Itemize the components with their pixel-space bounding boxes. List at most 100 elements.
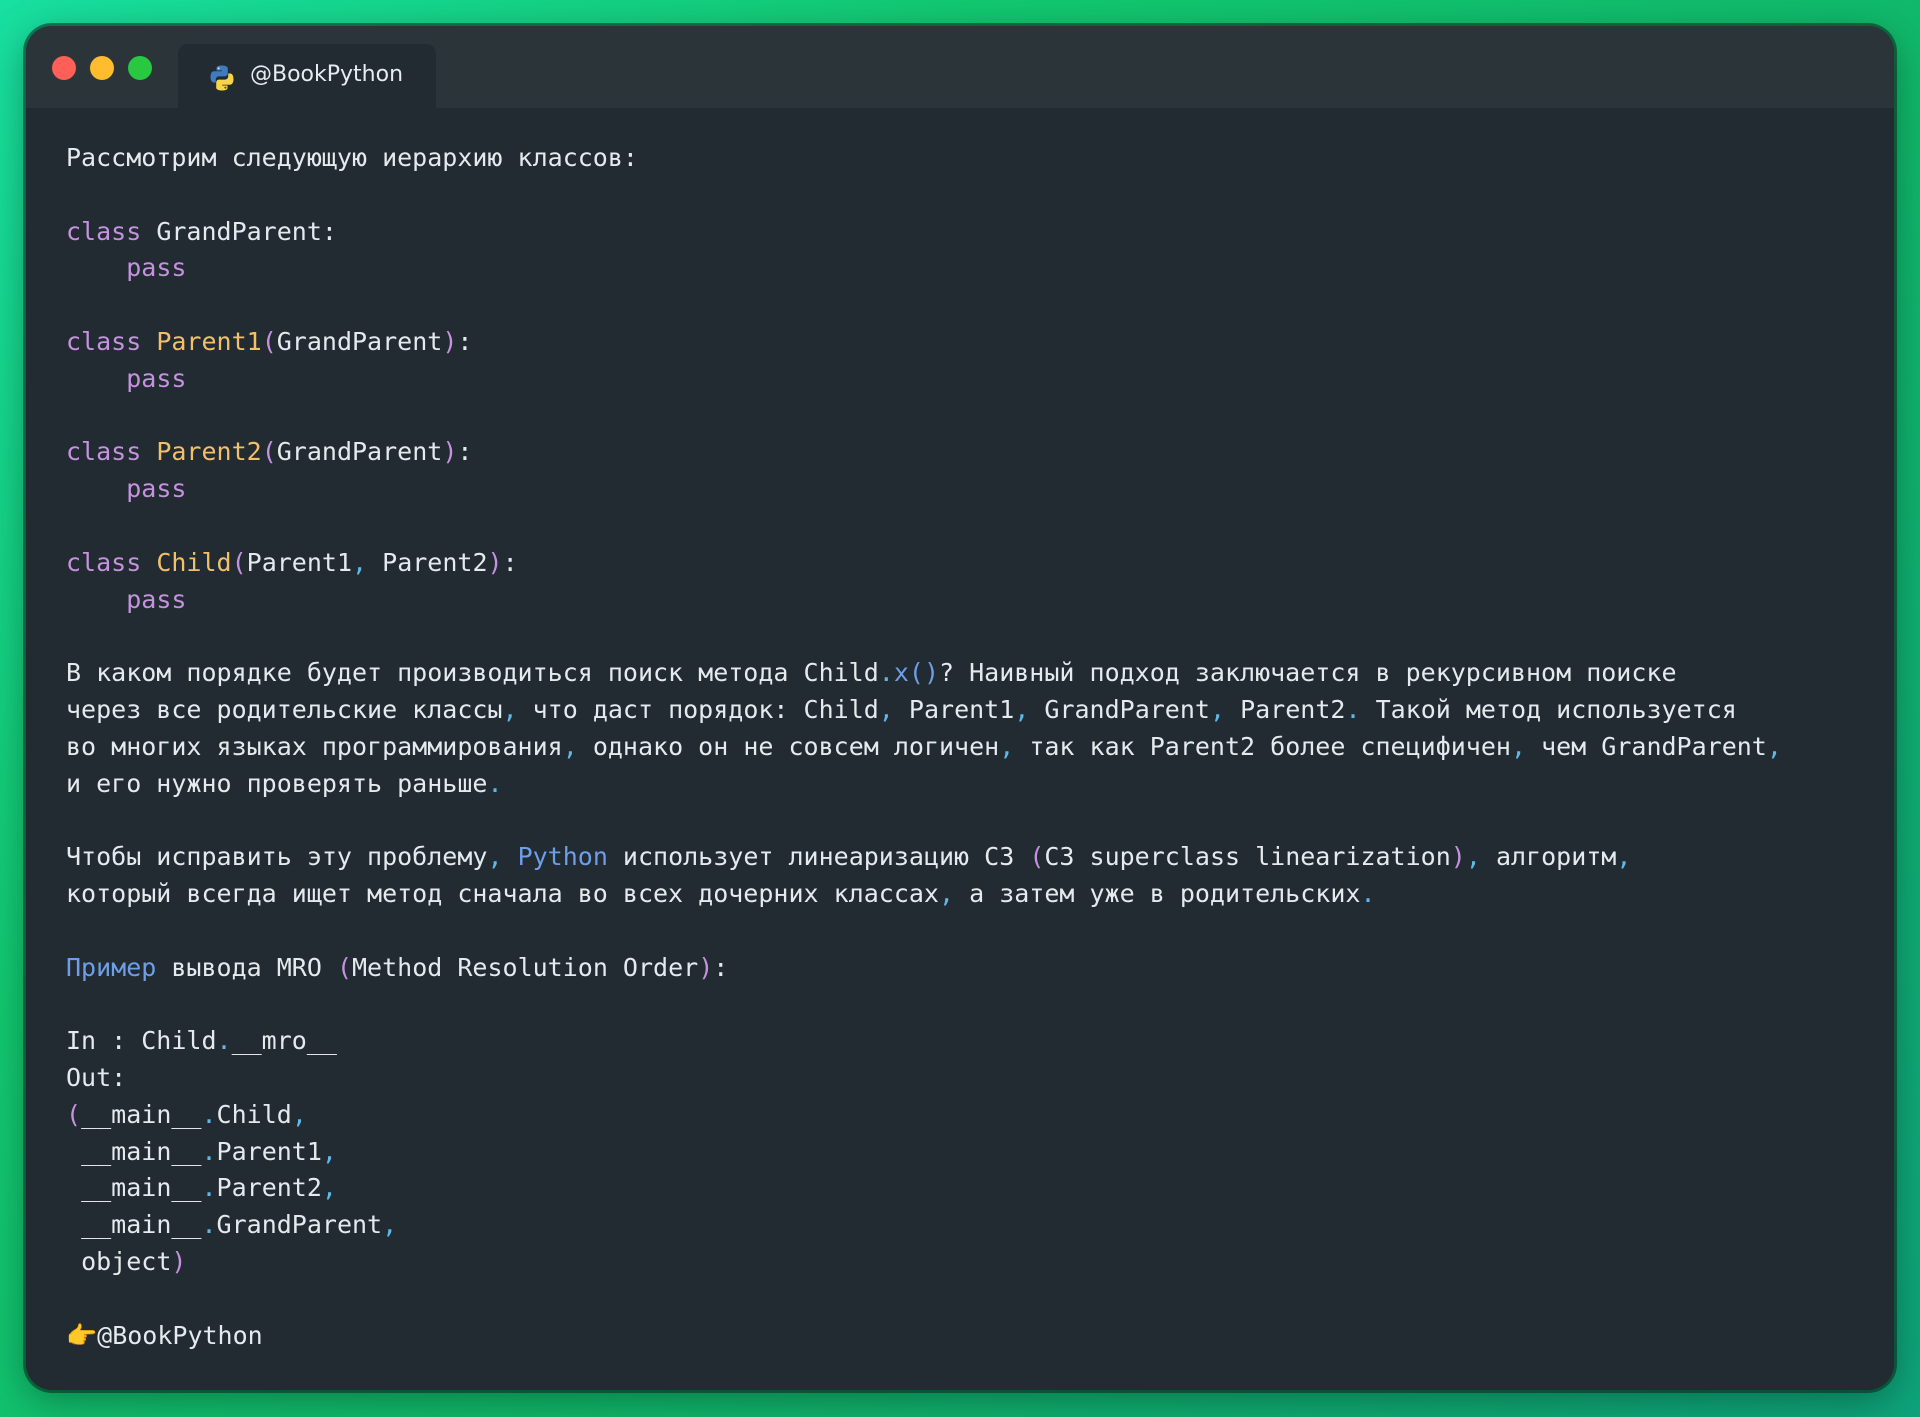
minimize-window-button[interactable]: [90, 56, 114, 80]
text: C3 superclass linearization: [1044, 842, 1451, 872]
paragraph-1-line-4: и его нужно проверять раньше.: [66, 766, 1866, 803]
mro-input-line: In : Child.__mro__: [66, 1023, 1866, 1060]
mro-row-1: (__main__.Child,: [66, 1097, 1866, 1134]
open-paren: (: [336, 952, 352, 982]
close-window-button[interactable]: [52, 56, 76, 80]
python-logo-icon: [210, 65, 234, 91]
class: object: [81, 1246, 172, 1276]
text: который всегда ищет метод сначала во все…: [66, 878, 939, 908]
comma: ,: [1014, 694, 1030, 724]
pointing-hand-icon: 👉: [66, 1320, 98, 1350]
dot: .: [201, 1173, 217, 1203]
text: В каком порядке будет производиться поис…: [66, 658, 879, 688]
open-paren: (: [261, 437, 277, 467]
text: и его нужно проверять раньше: [66, 768, 488, 798]
paragraph-1-line-1: В каком порядке будет производиться поис…: [66, 655, 1866, 692]
text: Чтобы исправить эту проблему: [66, 842, 488, 872]
comma: ,: [938, 878, 955, 908]
keyword-pass: pass: [126, 253, 187, 283]
comma: ,: [999, 731, 1015, 761]
post-content: Рассмотрим следующую иерархию классов: c…: [66, 140, 1866, 1354]
dot: .: [201, 1210, 217, 1240]
colon: :: [457, 437, 473, 467]
text: GrandParent: [1029, 694, 1210, 724]
comma: ,: [321, 1173, 337, 1203]
paragraph-2-line-1: Чтобы исправить эту проблему, Python исп…: [66, 839, 1866, 876]
code-window: @BookPython Рассмотрим следующую иерархи…: [26, 26, 1894, 1390]
text: ? Наивный подход заключается в рекурсивн…: [939, 658, 1677, 688]
keyword-pass: pass: [126, 584, 187, 614]
code-line-child: class Child(Parent1, Parent2):: [66, 545, 1866, 582]
comma: ,: [1465, 842, 1481, 872]
close-paren: ): [442, 326, 458, 356]
code-line-pass: pass: [66, 361, 1866, 398]
open-paren: (: [261, 326, 277, 356]
text: Parent2: [1225, 694, 1346, 724]
title-bar: @BookPython: [26, 26, 1894, 108]
class-name-grandparent: GrandParent: [156, 216, 322, 246]
text: что даст порядок: Child: [517, 694, 879, 724]
comma: ,: [487, 842, 503, 872]
comma: ,: [1766, 731, 1782, 761]
dot: .: [1360, 878, 1376, 908]
dot: .: [878, 658, 894, 688]
text: а затем уже в родительских: [954, 878, 1361, 908]
keyword-pass: pass: [126, 474, 187, 504]
mro-row-3: __main__.Parent2,: [66, 1170, 1866, 1207]
text: во многих языках программирования: [66, 731, 563, 761]
code-line-parent2: class Parent2(GrandParent):: [66, 434, 1866, 471]
close-paren: ): [1450, 842, 1466, 872]
text: In : Child: [66, 1026, 217, 1056]
keyword-class: class: [66, 216, 142, 246]
comma: ,: [1510, 731, 1527, 761]
code-line-grandparent: class GrandParent:: [66, 214, 1866, 251]
module: __main__: [81, 1136, 202, 1166]
paragraph-1-line-2: через все родительские классы, что даст …: [66, 692, 1866, 729]
module: __main__: [81, 1099, 202, 1129]
open-paren: (: [66, 1099, 82, 1129]
comma: ,: [382, 1210, 398, 1240]
base-class: GrandParent: [276, 437, 443, 467]
paragraph-1-line-3: во многих языках программирования, однак…: [66, 729, 1866, 766]
text: алгоритм: [1480, 842, 1617, 872]
text: так как Parent2 более специфичен: [1014, 731, 1511, 761]
comma: ,: [352, 547, 368, 577]
text: вывода MRO: [156, 952, 337, 982]
class: Parent1: [216, 1136, 322, 1166]
comma: ,: [291, 1099, 307, 1129]
python-link[interactable]: Python: [518, 842, 608, 871]
keyword-class: class: [66, 437, 142, 467]
close-paren: ): [442, 437, 458, 467]
class-name-child: Child: [156, 547, 232, 577]
code-line-parent1: class Parent1(GrandParent):: [66, 324, 1866, 361]
mro-row-5: object): [66, 1244, 1866, 1281]
close-paren: ): [171, 1246, 187, 1276]
comma: ,: [562, 731, 578, 761]
example-heading: Пример вывода MRO (Method Resolution Ord…: [66, 950, 1866, 987]
mro-output-label: Out:: [66, 1060, 1866, 1097]
tab-bookpython[interactable]: @BookPython: [178, 44, 436, 108]
close-paren: ): [698, 952, 714, 982]
example-link[interactable]: Пример: [66, 953, 156, 982]
dot: .: [201, 1136, 217, 1166]
footer-handle-link[interactable]: @BookPython: [97, 1321, 263, 1350]
keyword-pass: pass: [126, 363, 187, 393]
dot: .: [1345, 694, 1361, 724]
text: через все родительские классы: [66, 694, 503, 724]
code-line-pass: pass: [66, 582, 1866, 619]
keyword-class: class: [66, 547, 142, 577]
close-paren: ): [487, 547, 503, 577]
text: чем GrandParent: [1526, 731, 1767, 761]
colon: :: [457, 326, 473, 356]
colon: :: [502, 547, 518, 577]
zoom-window-button[interactable]: [128, 56, 152, 80]
